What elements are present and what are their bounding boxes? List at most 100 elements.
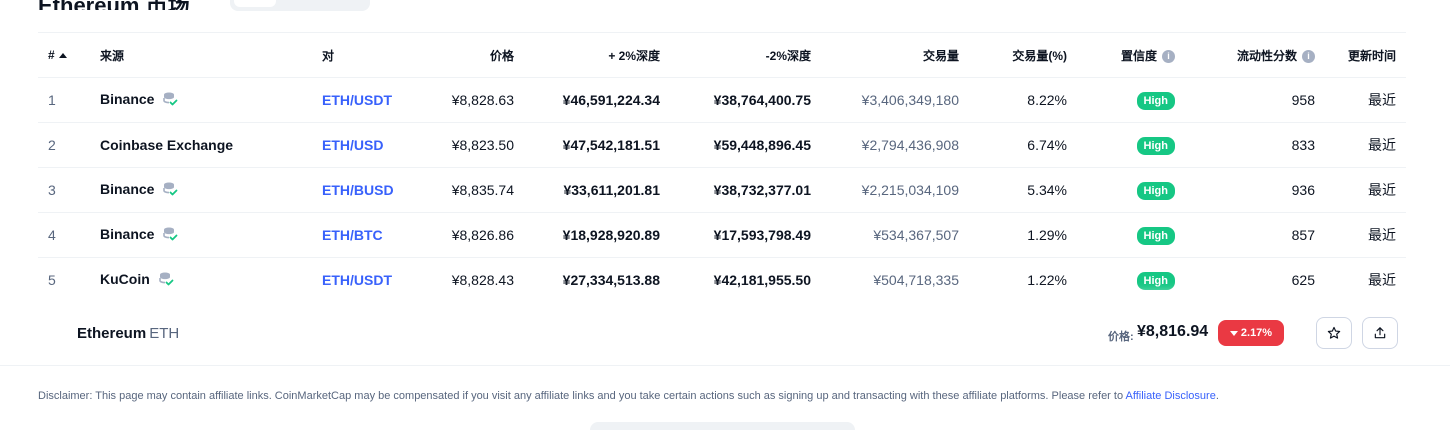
pair-link[interactable]: ETH/USD — [312, 122, 416, 168]
watchlist-star-button[interactable] — [1316, 317, 1352, 349]
exchange-name[interactable]: Binance — [90, 167, 312, 213]
volume-cell: ¥504,718,335 — [821, 257, 969, 303]
price-value: ¥8,816.94 — [1137, 323, 1209, 340]
volume-cell: ¥3,406,349,180 — [821, 77, 969, 123]
volume-cell: ¥2,794,436,908 — [821, 122, 969, 168]
price-label: 价格: — [1108, 331, 1134, 343]
row-rank: 3 — [38, 167, 90, 213]
table-row[interactable]: 5 KuCoin ETH/USDT ¥8,828.43 ¥27,334,513.88 ¥4… — [38, 257, 1406, 303]
depth-plus-cell: ¥27,334,513.88 — [524, 257, 670, 303]
updated-cell: 最近 — [1325, 77, 1406, 123]
volume-pct-cell: 1.22% — [969, 257, 1077, 303]
depth-plus-cell: ¥33,611,201.81 — [524, 167, 670, 213]
col-rank[interactable]: # — [38, 32, 90, 78]
confidence-badge: High — [1136, 181, 1175, 200]
volume-pct-cell: 6.74% — [969, 122, 1077, 168]
price-cell: ¥8,828.43 — [416, 257, 524, 303]
affiliate-disclosure-link[interactable]: Affiliate Disclosure — [1126, 390, 1216, 402]
info-icon[interactable]: i — [1162, 49, 1175, 63]
volume-pct-cell: 1.29% — [969, 212, 1077, 258]
share-icon — [1374, 327, 1386, 339]
pair-link[interactable]: ETH/USDT — [312, 257, 416, 303]
updated-cell: 最近 — [1325, 167, 1406, 213]
confidence-cell: High — [1077, 212, 1185, 258]
updated-cell: 最近 — [1325, 212, 1406, 258]
pair-link[interactable]: ETH/BUSD — [312, 167, 416, 213]
table-row[interactable]: 4 Binance ETH/BTC ¥8,826.86 ¥18,928,920.89 ¥1… — [38, 212, 1406, 258]
row-rank: 4 — [38, 212, 90, 258]
col-liquidity[interactable]: 流动性分数 i — [1185, 32, 1325, 78]
price-change-badge: 2.17% — [1218, 320, 1284, 346]
col-volume-pct[interactable]: 交易量(%) — [969, 32, 1077, 78]
confidence-badge: High — [1136, 226, 1175, 245]
pair-link[interactable]: ETH/USDT — [312, 77, 416, 123]
row-rank: 1 — [38, 77, 90, 123]
confidence-badge: High — [1136, 271, 1175, 290]
coin-name: Ethereum ETH — [77, 325, 180, 342]
pair-link[interactable]: ETH/BTC — [312, 212, 416, 258]
confidence-cell: High — [1077, 257, 1185, 303]
table-row[interactable]: 2 Coinbase Exchange ETH/USD ¥8,823.50 ¥47,54… — [38, 122, 1406, 168]
price-cell: ¥8,835.74 — [416, 167, 524, 213]
volume-pct-cell: 5.34% — [969, 167, 1077, 213]
sticky-price-bar: Ethereum ETH 价格: ¥8,816.94 2.17% — [0, 300, 1450, 366]
col-depth-minus[interactable]: -2%深度 — [670, 32, 821, 78]
col-source[interactable]: 来源 — [90, 32, 312, 78]
verified-exchange-icon — [158, 271, 174, 290]
confidence-badge: High — [1136, 91, 1175, 110]
view-toggle[interactable] — [230, 0, 370, 11]
verified-exchange-icon — [162, 91, 178, 110]
col-price[interactable]: 价格 — [416, 32, 524, 78]
exchange-name[interactable]: Binance — [90, 77, 312, 123]
table-body: 1 Binance ETH/USDT ¥8,828.63 ¥46,591,224.34 ¥… — [38, 77, 1406, 303]
col-volume[interactable]: 交易量 — [821, 32, 969, 78]
col-confidence[interactable]: 置信度 i — [1077, 32, 1185, 78]
updated-cell: 最近 — [1325, 257, 1406, 303]
confidence-cell: High — [1077, 167, 1185, 213]
verified-exchange-icon — [162, 226, 178, 245]
exchange-name[interactable]: Coinbase Exchange — [90, 122, 312, 168]
confidence-badge: High — [1136, 136, 1175, 155]
sort-up-icon — [58, 53, 67, 59]
depth-minus-cell: ¥17,593,798.49 — [670, 212, 821, 258]
row-rank: 2 — [38, 122, 90, 168]
confidence-cell: High — [1077, 122, 1185, 168]
updated-cell: 最近 — [1325, 122, 1406, 168]
depth-minus-cell: ¥59,448,896.45 — [670, 122, 821, 168]
depth-minus-cell: ¥38,732,377.01 — [670, 167, 821, 213]
depth-plus-cell: ¥18,928,920.89 — [524, 212, 670, 258]
verified-exchange-icon — [162, 181, 178, 200]
confidence-cell: High — [1077, 77, 1185, 123]
depth-plus-cell: ¥47,542,181.51 — [524, 122, 670, 168]
star-icon — [1327, 326, 1341, 339]
liquidity-cell: 958 — [1185, 77, 1325, 123]
price-cell: ¥8,823.50 — [416, 122, 524, 168]
table-header-row: # 来源 对 价格 + 2%深度 -2%深度 交易量 交易量(%) 置信度 i 流… — [38, 32, 1406, 78]
bottom-toggle[interactable] — [590, 422, 855, 430]
page-title: Ethereum 市场 — [38, 0, 190, 10]
exchange-name[interactable]: KuCoin — [90, 257, 312, 303]
coin-symbol: ETH — [149, 325, 180, 342]
row-rank: 5 — [38, 257, 90, 303]
depth-minus-cell: ¥38,764,400.75 — [670, 77, 821, 123]
info-icon[interactable]: i — [1302, 49, 1315, 63]
volume-pct-cell: 8.22% — [969, 77, 1077, 123]
liquidity-cell: 625 — [1185, 257, 1325, 303]
volume-cell: ¥2,215,034,109 — [821, 167, 969, 213]
price-cell: ¥8,826.86 — [416, 212, 524, 258]
markets-table: # 来源 对 价格 + 2%深度 -2%深度 交易量 交易量(%) 置信度 i 流… — [38, 32, 1406, 303]
volume-cell: ¥534,367,507 — [821, 212, 969, 258]
view-toggle-knob[interactable] — [234, 0, 276, 7]
exchange-name[interactable]: Binance — [90, 212, 312, 258]
price-cell: ¥8,828.63 — [416, 77, 524, 123]
table-row[interactable]: 1 Binance ETH/USDT ¥8,828.63 ¥46,591,224.34 ¥… — [38, 77, 1406, 123]
caret-down-icon — [1229, 330, 1238, 336]
depth-plus-cell: ¥46,591,224.34 — [524, 77, 670, 123]
liquidity-cell: 833 — [1185, 122, 1325, 168]
col-updated[interactable]: 更新时间 — [1325, 32, 1406, 78]
disclaimer: Disclaimer: This page may contain affili… — [38, 390, 1219, 402]
table-row[interactable]: 3 Binance ETH/BUSD ¥8,835.74 ¥33,611,201.81 ¥… — [38, 167, 1406, 213]
col-depth-plus[interactable]: + 2%深度 — [524, 32, 670, 78]
share-button[interactable] — [1362, 317, 1398, 349]
col-pair[interactable]: 对 — [312, 32, 416, 78]
